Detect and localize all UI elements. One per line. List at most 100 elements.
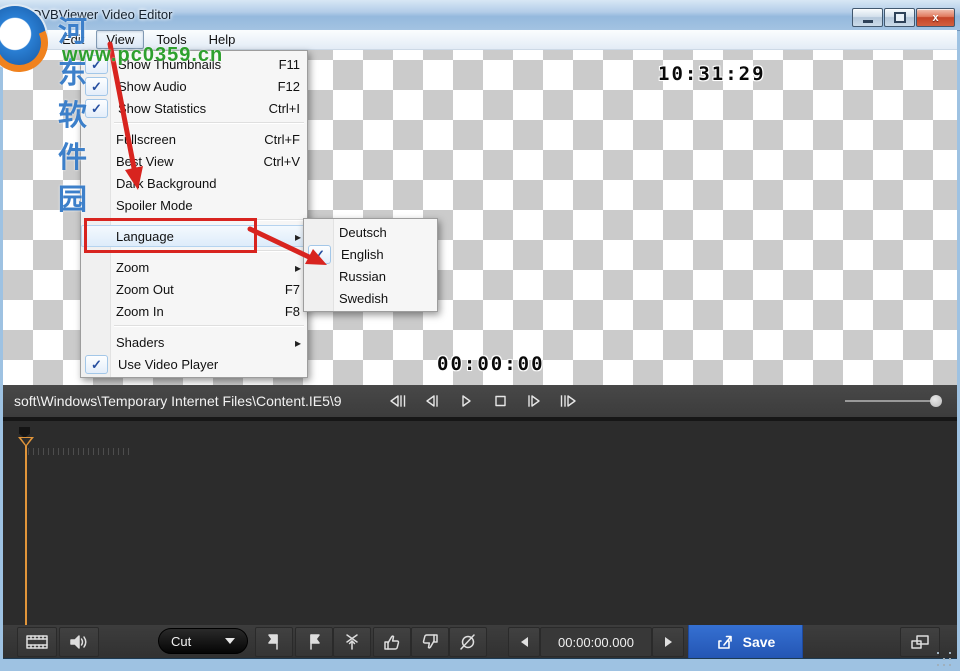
- menu-edit[interactable]: Edit: [52, 30, 94, 49]
- position-slider[interactable]: [845, 400, 941, 402]
- save-label: Save: [743, 634, 776, 650]
- language-submenu-popup: Deutsch English Russian Swedish: [303, 218, 438, 312]
- chevron-down-icon: [225, 638, 235, 644]
- checkmark-icon: [85, 355, 108, 374]
- close-button[interactable]: x: [916, 8, 955, 27]
- speaker-icon: [68, 633, 90, 651]
- marker-in-button[interactable]: [255, 627, 293, 657]
- maximize-icon: [894, 12, 906, 23]
- view-menu-popup: Show Thumbnails F11 Show Audio F12 Show …: [80, 50, 308, 378]
- menu-help[interactable]: Help: [199, 30, 246, 49]
- submenu-arrow-icon: [295, 260, 301, 275]
- frame-forward-icon: [525, 394, 543, 408]
- filmstrip-icon: [25, 633, 49, 651]
- menu-item-show-thumbnails[interactable]: Show Thumbnails F11: [81, 53, 307, 75]
- cut-mode-value: Cut: [171, 634, 191, 649]
- app-icon: [9, 8, 26, 25]
- minimize-button[interactable]: [852, 8, 883, 27]
- menu-item-fullscreen[interactable]: Fullscreen Ctrl+F: [81, 128, 307, 150]
- detach-window-button[interactable]: [900, 627, 940, 657]
- osd-clock: 10:31:29: [658, 63, 766, 85]
- osd-position-time: 00:00:00: [437, 353, 545, 375]
- menu-item-swedish[interactable]: Swedish: [304, 287, 437, 309]
- checkmark-icon: [308, 245, 331, 264]
- menu-bar: File Edit View Tools Help: [3, 30, 957, 50]
- timeline-ruler: [28, 448, 131, 455]
- menu-item-shaders[interactable]: Shaders: [81, 331, 307, 353]
- minimize-icon: [863, 20, 873, 23]
- menu-separator: [114, 322, 307, 331]
- checkmark-icon: [308, 268, 329, 285]
- hide-cuts-icon: [458, 633, 478, 651]
- title-bar: DVBViewer Video Editor x: [0, 0, 960, 31]
- stop-button[interactable]: [487, 389, 513, 413]
- prev-cut-button[interactable]: [508, 627, 540, 657]
- menu-view[interactable]: View: [96, 30, 144, 49]
- save-button[interactable]: Save: [688, 625, 803, 658]
- keep-section-button[interactable]: [373, 627, 411, 657]
- audio-button[interactable]: [59, 627, 99, 657]
- menu-item-show-statistics[interactable]: Show Statistics Ctrl+I: [81, 97, 307, 119]
- menu-item-zoom-in[interactable]: Zoom In F8: [81, 300, 307, 322]
- discard-section-button[interactable]: [411, 627, 449, 657]
- window-title: DVBViewer Video Editor: [32, 7, 172, 22]
- hide-cuts-button[interactable]: [449, 627, 487, 657]
- submenu-arrow-icon: [295, 229, 301, 244]
- checkmark-icon: [85, 197, 106, 214]
- timeline-area[interactable]: [3, 417, 957, 625]
- menu-tools[interactable]: Tools: [146, 30, 196, 49]
- cut-mode-dropdown[interactable]: Cut: [158, 628, 248, 654]
- frame-forward-button[interactable]: [521, 389, 547, 413]
- checkmark-icon: [85, 153, 106, 170]
- save-export-icon: [716, 634, 734, 650]
- menu-item-best-view[interactable]: Best View Ctrl+V: [81, 150, 307, 172]
- checkmark-icon: [308, 290, 329, 307]
- checkmark-icon: [85, 99, 108, 118]
- checkmark-icon: [85, 303, 106, 320]
- menu-file[interactable]: File: [9, 30, 50, 49]
- play-button[interactable]: [453, 389, 479, 413]
- cut-at-position-button[interactable]: [333, 627, 371, 657]
- submenu-arrow-icon: [295, 335, 301, 350]
- checkmark-icon: [308, 224, 329, 241]
- menu-item-dark-background[interactable]: Dark Background: [81, 172, 307, 194]
- step-back-icon: [388, 394, 408, 408]
- step-forward-icon: [558, 394, 578, 408]
- app-window: DVBViewer Video Editor x File Edit View …: [0, 0, 960, 671]
- filmstrip-button[interactable]: [17, 627, 57, 657]
- bottom-toolbar: Cut: [3, 625, 957, 659]
- checkmark-icon: [85, 175, 106, 192]
- resize-grip[interactable]: [937, 652, 953, 668]
- checkmark-icon: [85, 55, 108, 74]
- marker-in-icon: [264, 633, 284, 651]
- menu-item-deutsch[interactable]: Deutsch: [304, 221, 437, 243]
- menu-item-zoom[interactable]: Zoom: [81, 256, 307, 278]
- step-forward-button[interactable]: [555, 389, 581, 413]
- position-slider-handle[interactable]: [930, 395, 942, 407]
- maximize-button[interactable]: [884, 8, 915, 27]
- thumbs-down-icon: [420, 633, 440, 651]
- playhead-line: [25, 446, 27, 627]
- menu-item-russian[interactable]: Russian: [304, 265, 437, 287]
- detach-window-icon: [909, 633, 931, 651]
- marker-out-button[interactable]: [295, 627, 333, 657]
- play-icon: [459, 394, 473, 408]
- position-time-display: 00:00:00.000: [540, 627, 652, 657]
- menu-item-use-video-player[interactable]: Use Video Player: [81, 353, 307, 375]
- close-icon: x: [932, 12, 938, 24]
- thumbs-up-icon: [382, 633, 402, 651]
- checkmark-icon: [85, 77, 108, 96]
- step-back-button[interactable]: [385, 389, 411, 413]
- menu-item-show-audio[interactable]: Show Audio F12: [81, 75, 307, 97]
- next-cut-button[interactable]: [652, 627, 684, 657]
- frame-back-icon: [423, 394, 441, 408]
- annotation-highlight-box: [84, 218, 257, 253]
- menu-item-english[interactable]: English: [304, 243, 437, 265]
- checkmark-icon: [85, 334, 106, 351]
- menu-item-zoom-out[interactable]: Zoom Out F7: [81, 278, 307, 300]
- frame-back-button[interactable]: [419, 389, 445, 413]
- stop-icon: [493, 394, 507, 408]
- menu-separator: [114, 119, 307, 128]
- menu-item-spoiler-mode[interactable]: Spoiler Mode: [81, 194, 307, 216]
- transport-bar: soft\Windows\Temporary Internet Files\Co…: [3, 385, 957, 417]
